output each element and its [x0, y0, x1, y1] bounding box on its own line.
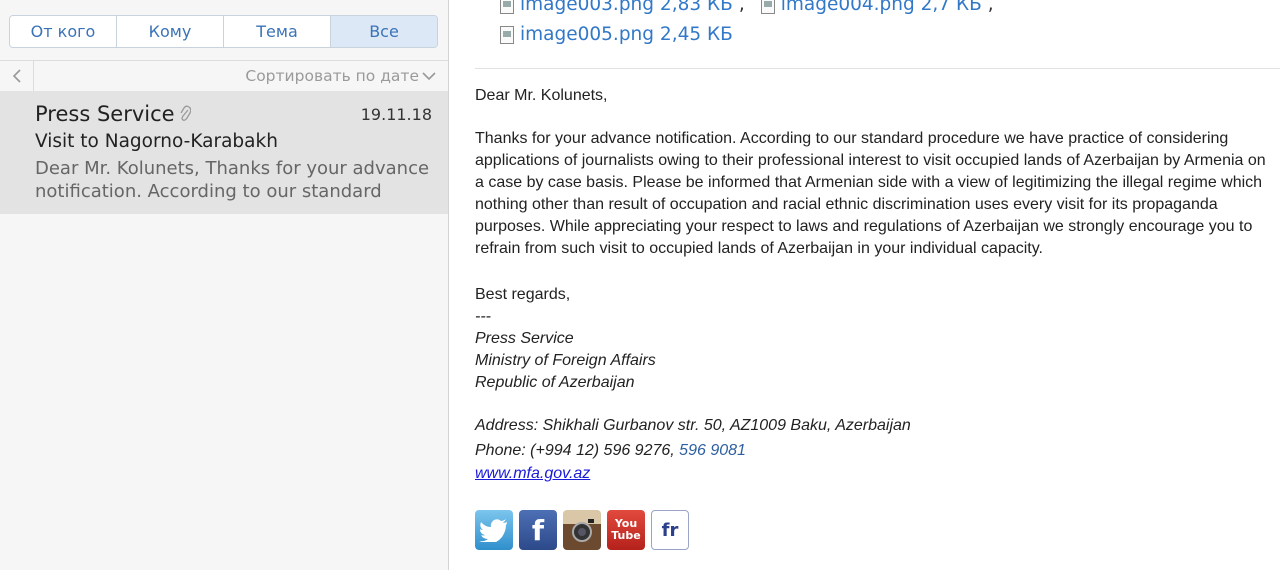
instagram-icon[interactable]: [563, 510, 601, 550]
attachment-row: image003.png 2,83 КБ, image004.png 2,7 К…: [500, 0, 994, 15]
chevron-left-icon: [12, 69, 21, 83]
signature-line: Republic of Azerbaijan: [475, 374, 635, 391]
signature-phone: Phone: (+994 12) 596 9276, 596 9081: [475, 440, 746, 462]
signature-line: Ministry of Foreign Affairs: [475, 352, 656, 369]
divider: [475, 68, 1280, 69]
paperclip-icon: [180, 105, 191, 121]
message-subject: Visit to Nagorno-Karabakh: [35, 131, 278, 152]
sort-dropdown[interactable]: Сортировать по дате: [245, 67, 436, 85]
website-link[interactable]: www.mfa.gov.az: [475, 463, 590, 485]
signature-address: Address: Shikhali Gurbanov str. 50, AZ10…: [475, 417, 911, 434]
facebook-icon[interactable]: f: [519, 510, 557, 550]
signature-dashes: ---: [475, 308, 491, 325]
signature-line: Press Service: [475, 330, 574, 347]
social-icons: f You Tube fr: [475, 510, 689, 550]
attachment-link[interactable]: image003.png 2,83 КБ: [520, 0, 733, 15]
phone-secondary-link[interactable]: 596 9081: [679, 442, 746, 459]
list-item[interactable]: Press Service 19.11.18 Visit to Nagorno-…: [0, 91, 448, 214]
message-list-pane: От кого Кому Тема Все Сортировать по дат…: [0, 0, 449, 570]
friendfeed-icon[interactable]: fr: [651, 510, 689, 550]
sender-name: Press Service: [35, 102, 175, 126]
filter-subject[interactable]: Тема: [224, 16, 331, 47]
email-greeting: Dear Mr. Kolunets,: [475, 87, 608, 104]
email-signature: --- Press Service Ministry of Foreign Af…: [475, 306, 656, 394]
sort-bar: Сортировать по дате: [0, 60, 448, 91]
back-button[interactable]: [0, 61, 34, 91]
attachment-link[interactable]: image005.png 2,45 КБ: [520, 24, 733, 45]
filter-to[interactable]: Кому: [117, 16, 224, 47]
phone-primary: Phone: (+994 12) 596 9276,: [475, 442, 680, 459]
email-paragraph: Thanks for your advance notification. Ac…: [475, 130, 1266, 257]
message-preview: Dear Mr. Kolunets, Thanks for your advan…: [35, 158, 430, 202]
twitter-icon[interactable]: [475, 510, 513, 550]
youtube-icon[interactable]: You Tube: [607, 510, 645, 550]
youtube-tube: Tube: [611, 529, 641, 542]
email-closing: Best regards,: [475, 286, 571, 303]
filter-all[interactable]: Все: [331, 16, 437, 47]
attachment-row: image005.png 2,45 КБ: [500, 24, 733, 45]
file-icon: [500, 0, 514, 14]
file-icon: [760, 0, 775, 14]
chevron-down-icon: [422, 71, 436, 80]
file-icon: [500, 25, 514, 44]
message-reading-pane: image003.png 2,83 КБ, image004.png 2,7 К…: [450, 0, 1280, 570]
sort-label: Сортировать по дате: [245, 67, 419, 85]
message-date: 19.11.18: [360, 105, 432, 124]
attachment-link[interactable]: image004.png 2,7 КБ: [781, 0, 982, 15]
filter-segmented-control: От кого Кому Тема Все: [9, 15, 438, 48]
filter-from[interactable]: От кого: [10, 16, 117, 47]
message-sender: Press Service: [35, 102, 191, 126]
